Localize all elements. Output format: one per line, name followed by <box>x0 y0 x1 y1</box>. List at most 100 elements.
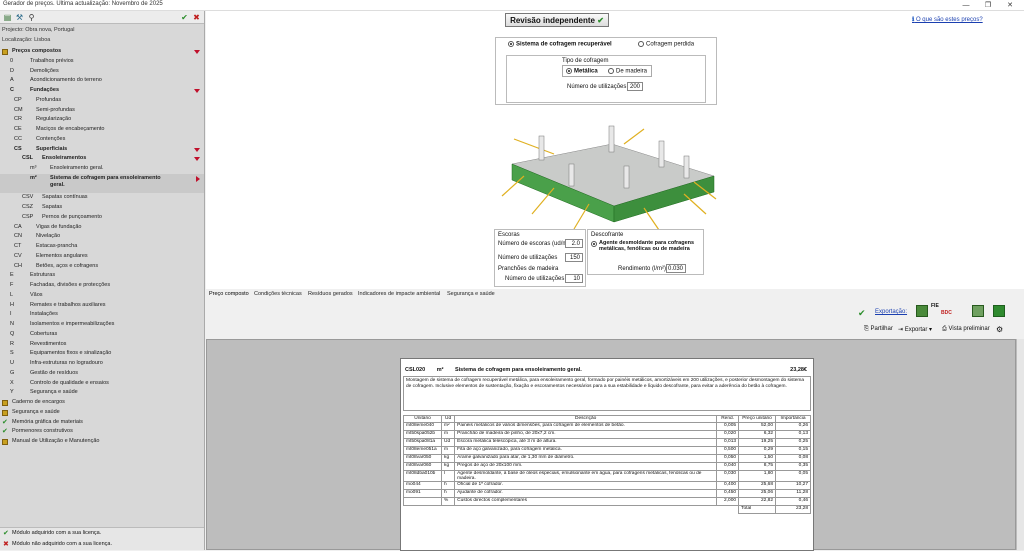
tree-item[interactable]: A Acondicionamento do terreno <box>0 76 204 86</box>
export-button[interactable]: ⇥ Exportar ▾ <box>898 326 932 333</box>
tree-item-code: N <box>10 321 14 327</box>
independent-review-button[interactable]: Revisão independente ✔ <box>505 13 609 27</box>
table-cell: 19,25 <box>738 438 777 447</box>
tab-safety[interactable]: Segurança e saúde <box>447 291 495 297</box>
tree-item[interactable]: CSZ Sapatas <box>0 203 204 213</box>
left-toolbar: ▤ ⚒ ⚲ ✔ ✖ <box>0 11 204 24</box>
tree-item[interactable]: CV Elementos angulares <box>0 252 204 262</box>
tree-item-code: CA <box>14 223 22 230</box>
settings-gear-icon[interactable]: ⚙ <box>996 325 1003 334</box>
accept-icon[interactable]: ✔ <box>180 13 189 22</box>
tree-item[interactable]: Manual de Utilização e Manutenção <box>0 437 204 447</box>
table-cell: 0,013 <box>716 438 740 447</box>
planks-uses-input[interactable]: 10 <box>565 274 583 283</box>
tree-item[interactable]: CR Regularização <box>0 115 204 125</box>
export-xls-icon[interactable] <box>993 305 1005 317</box>
tree-item[interactable]: Y Segurança e saúde <box>0 388 204 398</box>
yield-input[interactable]: 0.030 <box>666 264 686 273</box>
project-location: Localização: Lisboa <box>2 37 51 43</box>
preview-button[interactable]: ⎙ Vista preliminar <box>942 326 990 333</box>
table-cell: mt50spa052b <box>402 430 443 439</box>
minimize-button[interactable]: — <box>955 0 977 11</box>
close-button[interactable]: ✕ <box>999 0 1021 11</box>
tree-item[interactable]: CE Maciços de encabeçamento <box>0 125 204 135</box>
tree-item[interactable]: Q Coberturas <box>0 330 204 340</box>
tree-item[interactable]: Preços compostos <box>0 47 204 57</box>
tree-item[interactable]: E Estruturas <box>0 271 204 281</box>
tree-item[interactable]: G Gestão de resíduos <box>0 369 204 379</box>
tree-item-label: Estruturas <box>30 272 56 279</box>
what-are-prices-link[interactable]: ℹ O que são estes preços? <box>912 16 983 23</box>
tree-item[interactable]: D Demolições <box>0 67 204 77</box>
tab-composite-price[interactable]: Preço composto <box>209 291 249 297</box>
tree-item[interactable]: S Equipamentos fixos e sinalização <box>0 349 204 359</box>
tree-item[interactable]: I Instalações <box>0 310 204 320</box>
tree-item[interactable]: Segurança e saúde <box>0 408 204 418</box>
share-button[interactable]: ⎘ Partilhar <box>864 326 893 333</box>
table-cell: mt08dba010b <box>402 470 443 482</box>
tree-item-label: Ensoleiramento geral. <box>50 165 104 171</box>
radio-recoverable[interactable]: Sistema de cofragem recuperável <box>508 41 612 48</box>
table-header: Unitário <box>402 415 443 423</box>
tree-item[interactable]: CN Nivelação <box>0 232 204 242</box>
tab-generated-waste[interactable]: Resíduos gerados <box>308 291 353 297</box>
tree-item[interactable]: CSL Ensoleiramentos <box>0 154 204 164</box>
tree-item[interactable]: CSP Pernos de punçoamento <box>0 213 204 223</box>
tree-item[interactable]: H Remates e trabalhos auxiliares <box>0 301 204 311</box>
release-agent-title: Descofrante <box>591 232 624 238</box>
tree-item[interactable]: R Revestimentos <box>0 340 204 350</box>
cancel-icon[interactable]: ✖ <box>192 13 201 22</box>
props-uses-input[interactable]: 150 <box>565 253 583 262</box>
props-count-input[interactable]: 2.0 <box>565 239 583 248</box>
check-icon: ✔ <box>2 418 8 426</box>
tree-item[interactable]: ✔ Pormenores construtivos <box>0 427 204 437</box>
table-cell: mo044 <box>402 481 443 490</box>
tree-item[interactable]: X Controlo de qualidade e ensaios <box>0 379 204 389</box>
tree-item[interactable]: m² Sistema de cofragem para ensoleirament… <box>0 173 204 194</box>
table-cell: kg <box>441 462 456 471</box>
report-scrollbar[interactable] <box>1016 339 1024 550</box>
tree-item[interactable]: CA Vigas de fundação <box>0 223 204 233</box>
tab-technical-conditions[interactable]: Condições técnicas <box>254 291 302 297</box>
tree-item[interactable]: L Vãos <box>0 291 204 301</box>
export-spreadsheet-icon[interactable] <box>972 305 984 317</box>
tree-item[interactable]: F Fachadas, divisões e protecções <box>0 281 204 291</box>
bdc-export-icon[interactable]: BDC <box>941 310 952 316</box>
database-icon[interactable]: ▤ <box>3 13 12 22</box>
table-header: Descrição <box>454 415 718 423</box>
export-excel-icon[interactable] <box>916 305 928 317</box>
uses-input[interactable]: 200 <box>627 82 643 91</box>
radio-wood[interactable]: De madeira <box>608 68 647 75</box>
tree-item[interactable]: CH Betões, aços e cofragens <box>0 262 204 272</box>
table-cell: mo091 <box>402 489 443 498</box>
radio-metal[interactable]: Metálica <box>566 68 598 75</box>
tree-item[interactable]: ✔ Memória gráfica de materiais <box>0 418 204 428</box>
radio-release-agent[interactable]: Agente desmoldante para cofragens metáli… <box>591 240 702 252</box>
tree-item[interactable]: 0 Trabalhos prévios <box>0 57 204 67</box>
fie-export-icon[interactable]: FIE <box>931 303 939 309</box>
title-bar: Gerador de preços. Última actualização: … <box>0 0 1024 11</box>
binoculars-icon[interactable]: ⚲ <box>27 13 36 22</box>
tree-item[interactable]: CS Superficiais <box>0 145 204 155</box>
radio-lost-formwork[interactable]: Cofragem perdida <box>638 41 694 48</box>
tree-item[interactable]: CM Semi-profundas <box>0 106 204 116</box>
tree-item-code: m³ <box>30 165 37 171</box>
table-cell: 1,80 <box>738 470 777 482</box>
tree-item[interactable]: N Isolamentos e impermeabilizações <box>0 320 204 330</box>
tree-item[interactable]: CSV Sapatas contínuas <box>0 193 204 203</box>
tree-item[interactable]: U Infra-estruturas no logradouro <box>0 359 204 369</box>
tree-item-label: Infra-estruturas no logradouro <box>30 360 103 366</box>
tree-item[interactable]: C Fundações <box>0 86 204 96</box>
maximize-button[interactable]: ❐ <box>977 0 999 11</box>
tree-item[interactable]: m³ Ensoleiramento geral. <box>0 164 204 174</box>
props-uses-label: Número de utilizações <box>498 255 558 261</box>
tree-item[interactable]: CC Contenções <box>0 135 204 145</box>
tree-item[interactable]: Caderno de encargos <box>0 398 204 408</box>
tree-item[interactable]: CT Estacas-prancha <box>0 242 204 252</box>
tools-icon[interactable]: ⚒ <box>15 13 24 22</box>
export-label[interactable]: Exportação: <box>875 309 907 315</box>
tree-item[interactable]: CP Profundas <box>0 96 204 106</box>
chapter-tree: Preços compostos 0 Trabalhos prévios D Demol… <box>0 47 204 447</box>
tree-item-code: 0 <box>10 57 14 64</box>
tab-environmental-impact[interactable]: Indicadores de impacte ambiental <box>358 291 440 297</box>
